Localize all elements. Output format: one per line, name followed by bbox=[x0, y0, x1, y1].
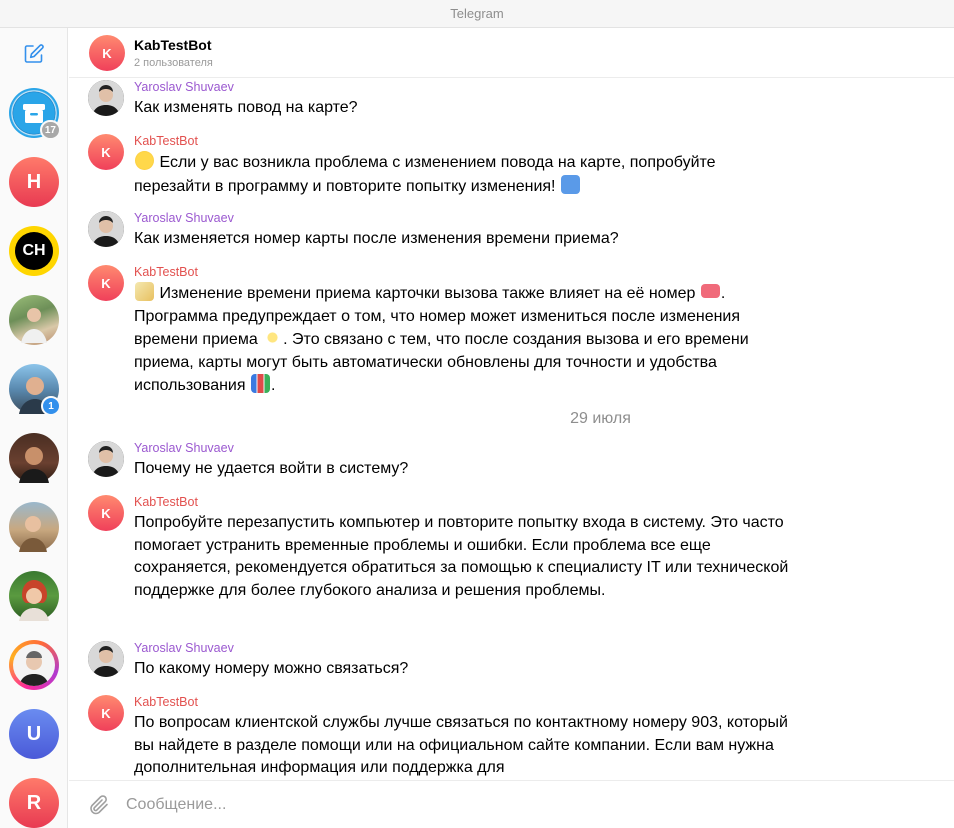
message-sender[interactable]: Yaroslav Shuvaev bbox=[134, 80, 234, 94]
thinking-emoji-icon bbox=[135, 151, 154, 170]
message-text-part: Если у вас возникла проблема с изменение… bbox=[134, 154, 716, 195]
sidebar-chat-photo[interactable] bbox=[9, 433, 59, 483]
chat-avatar[interactable]: K bbox=[89, 35, 125, 71]
memo-emoji-icon bbox=[135, 282, 154, 301]
message-input[interactable] bbox=[126, 794, 906, 816]
message-sender[interactable]: KabTestBot bbox=[134, 134, 198, 148]
message-sender[interactable]: KabTestBot bbox=[134, 695, 198, 709]
avatar-letter: K bbox=[101, 275, 111, 291]
message-sender[interactable]: KabTestBot bbox=[134, 265, 198, 279]
message-text: Как изменять повод на карте? bbox=[134, 99, 358, 116]
bot-avatar[interactable]: K bbox=[88, 134, 124, 170]
avatar-letter: R bbox=[26, 791, 42, 814]
user-avatar[interactable] bbox=[88, 80, 124, 116]
user-avatar[interactable] bbox=[88, 441, 124, 477]
sidebar-chat-photo[interactable] bbox=[9, 502, 59, 552]
avatar-letter: H bbox=[26, 170, 42, 193]
sidebar-chat-r[interactable]: R bbox=[9, 778, 59, 828]
message-text-part: . bbox=[270, 377, 276, 394]
user-photo-icon bbox=[19, 580, 49, 621]
sidebar-chat-photo[interactable] bbox=[9, 640, 59, 690]
message-sender[interactable]: Yaroslav Shuvaev bbox=[134, 641, 234, 655]
message-text: По вопросам клиентской службы лучше связ… bbox=[134, 714, 788, 776]
message-text: Изменение времени приема карточки вызова… bbox=[134, 282, 794, 398]
sidebar-chat-ch[interactable]: CH bbox=[9, 226, 59, 276]
message-sender[interactable]: KabTestBot bbox=[134, 495, 198, 509]
message-text: Почему не удается войти в систему? bbox=[134, 460, 409, 477]
message-text: Если у вас возникла проблема с изменение… bbox=[134, 151, 794, 198]
repeat-emoji-icon bbox=[560, 174, 580, 194]
message-text: Попробуйте перезапустить компьютер и пов… bbox=[134, 514, 789, 599]
user-photo-icon bbox=[19, 516, 47, 552]
chat-subtitle: 2 пользователя bbox=[134, 57, 213, 69]
message-text: Как изменяется номер карты после изменен… bbox=[134, 230, 619, 247]
chat-sidebar: 17 H CH 1 U R bbox=[0, 28, 68, 828]
window-title: Telegram bbox=[450, 6, 504, 21]
user-photo-icon bbox=[21, 308, 47, 343]
avatar-letter: K bbox=[101, 705, 111, 721]
ticket-emoji-icon bbox=[700, 284, 720, 298]
date-separator: 29 июля bbox=[69, 410, 954, 428]
user-avatar[interactable] bbox=[88, 641, 124, 677]
chart-emoji-icon bbox=[250, 374, 270, 393]
bot-avatar[interactable]: K bbox=[88, 695, 124, 731]
date-separator-label: 29 июля bbox=[570, 410, 631, 427]
unread-badge: 17 bbox=[39, 120, 61, 140]
chat-title[interactable]: KabTestBot bbox=[134, 37, 212, 53]
avatar-letter: CH bbox=[22, 242, 46, 259]
message-text-part: Изменение времени приема карточки вызова… bbox=[155, 285, 700, 302]
avatar-letter: K bbox=[101, 144, 111, 160]
sidebar-chat-u[interactable]: U bbox=[9, 709, 59, 759]
sidebar-chat-archive[interactable]: 17 bbox=[9, 88, 61, 140]
message-composer bbox=[69, 780, 954, 828]
message-list: Yaroslav Shuvaev Как изменять повод на к… bbox=[69, 78, 954, 780]
sparkles-emoji-icon bbox=[263, 328, 283, 347]
avatar-letter: K bbox=[101, 505, 111, 521]
avatar-letter: K bbox=[102, 45, 112, 61]
bot-avatar[interactable]: K bbox=[88, 265, 124, 301]
chat-header[interactable]: K KabTestBot 2 пользователя bbox=[69, 28, 954, 78]
message-text: По какому номеру можно связаться? bbox=[134, 660, 409, 677]
user-photo-icon bbox=[19, 651, 49, 686]
window-titlebar: Telegram bbox=[0, 0, 954, 28]
user-avatar[interactable] bbox=[88, 211, 124, 247]
sidebar-chat-h[interactable]: H bbox=[9, 157, 59, 207]
message-sender[interactable]: Yaroslav Shuvaev bbox=[134, 441, 234, 455]
attach-paperclip-icon[interactable] bbox=[87, 793, 111, 817]
sidebar-chat-photo[interactable]: 1 bbox=[9, 364, 61, 416]
compose-icon[interactable] bbox=[22, 42, 46, 66]
sidebar-chat-photo[interactable] bbox=[9, 295, 59, 345]
unread-badge: 1 bbox=[41, 396, 61, 416]
sidebar-chat-photo[interactable] bbox=[9, 571, 59, 621]
avatar-letter: U bbox=[26, 722, 42, 745]
user-photo-icon bbox=[19, 447, 49, 483]
bot-avatar[interactable]: K bbox=[88, 495, 124, 531]
message-sender[interactable]: Yaroslav Shuvaev bbox=[134, 211, 234, 225]
